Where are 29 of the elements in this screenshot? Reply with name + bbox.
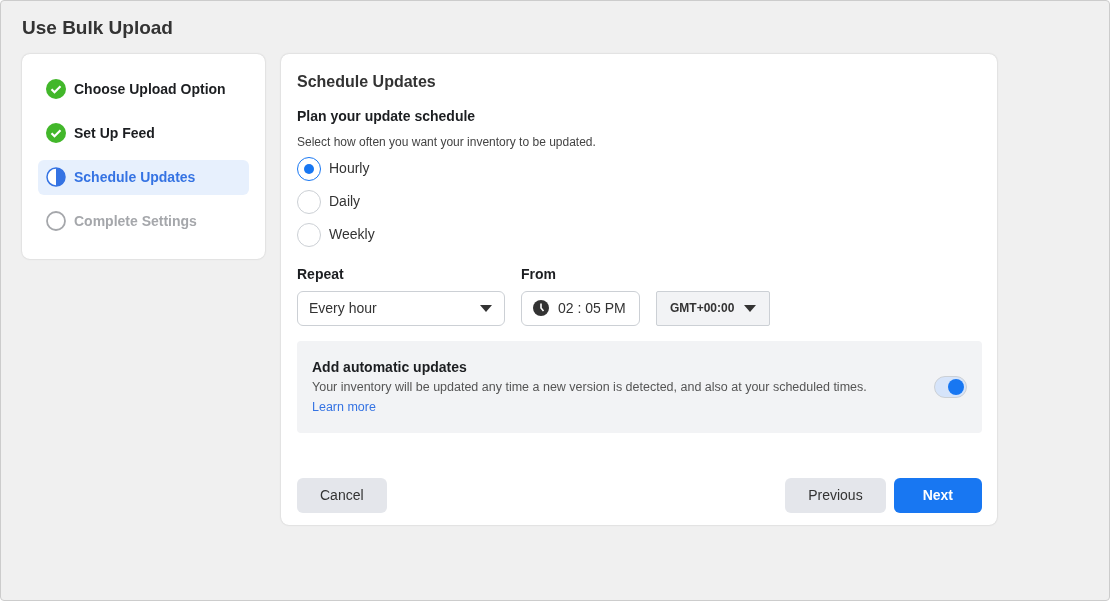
radio-option[interactable]: Weekly [297,222,982,247]
clock-icon [533,300,549,317]
time-field[interactable]: 02 : 05 PM [521,290,640,326]
checkmark-icon [46,79,66,100]
learn-more-link[interactable]: Learn more [312,400,376,415]
section-heading: Plan your update schedule [297,107,477,125]
previous-button[interactable]: Previous [785,478,886,514]
radio-option[interactable]: Hourly [297,156,982,181]
repeat-label: Repeat [297,264,345,284]
panel-title: Schedule Updates [297,71,437,92]
toggle-switch[interactable] [934,375,967,398]
section-hint: Select how often you want your inventory to be updated. [297,133,597,151]
from-label: From [521,264,557,284]
step-item[interactable]: Set Up Feed [38,115,249,151]
repeat-dropdown[interactable]: Every hour [297,290,505,326]
step-item[interactable]: Choose Upload Option [38,71,249,107]
timezone-dropdown[interactable]: GMT+00:00 [656,290,770,326]
cancel-button[interactable]: Cancel [297,478,387,514]
checkmark-icon [46,123,66,144]
half-circle-icon [46,167,66,188]
window-title: Use Bulk Upload [22,17,174,40]
step-item[interactable]: Schedule Updates [38,159,249,195]
automatic-updates-title: Add automatic updates [312,357,468,377]
automatic-updates-description: Your inventory will be updated any time a new version is detected, and also at your scheduled times. [312,378,867,396]
radio-option[interactable]: Daily [297,189,982,214]
empty-circle-icon [46,211,66,232]
caret-icon [744,304,756,312]
next-button[interactable]: Next [893,478,982,514]
caret-icon [480,304,492,312]
